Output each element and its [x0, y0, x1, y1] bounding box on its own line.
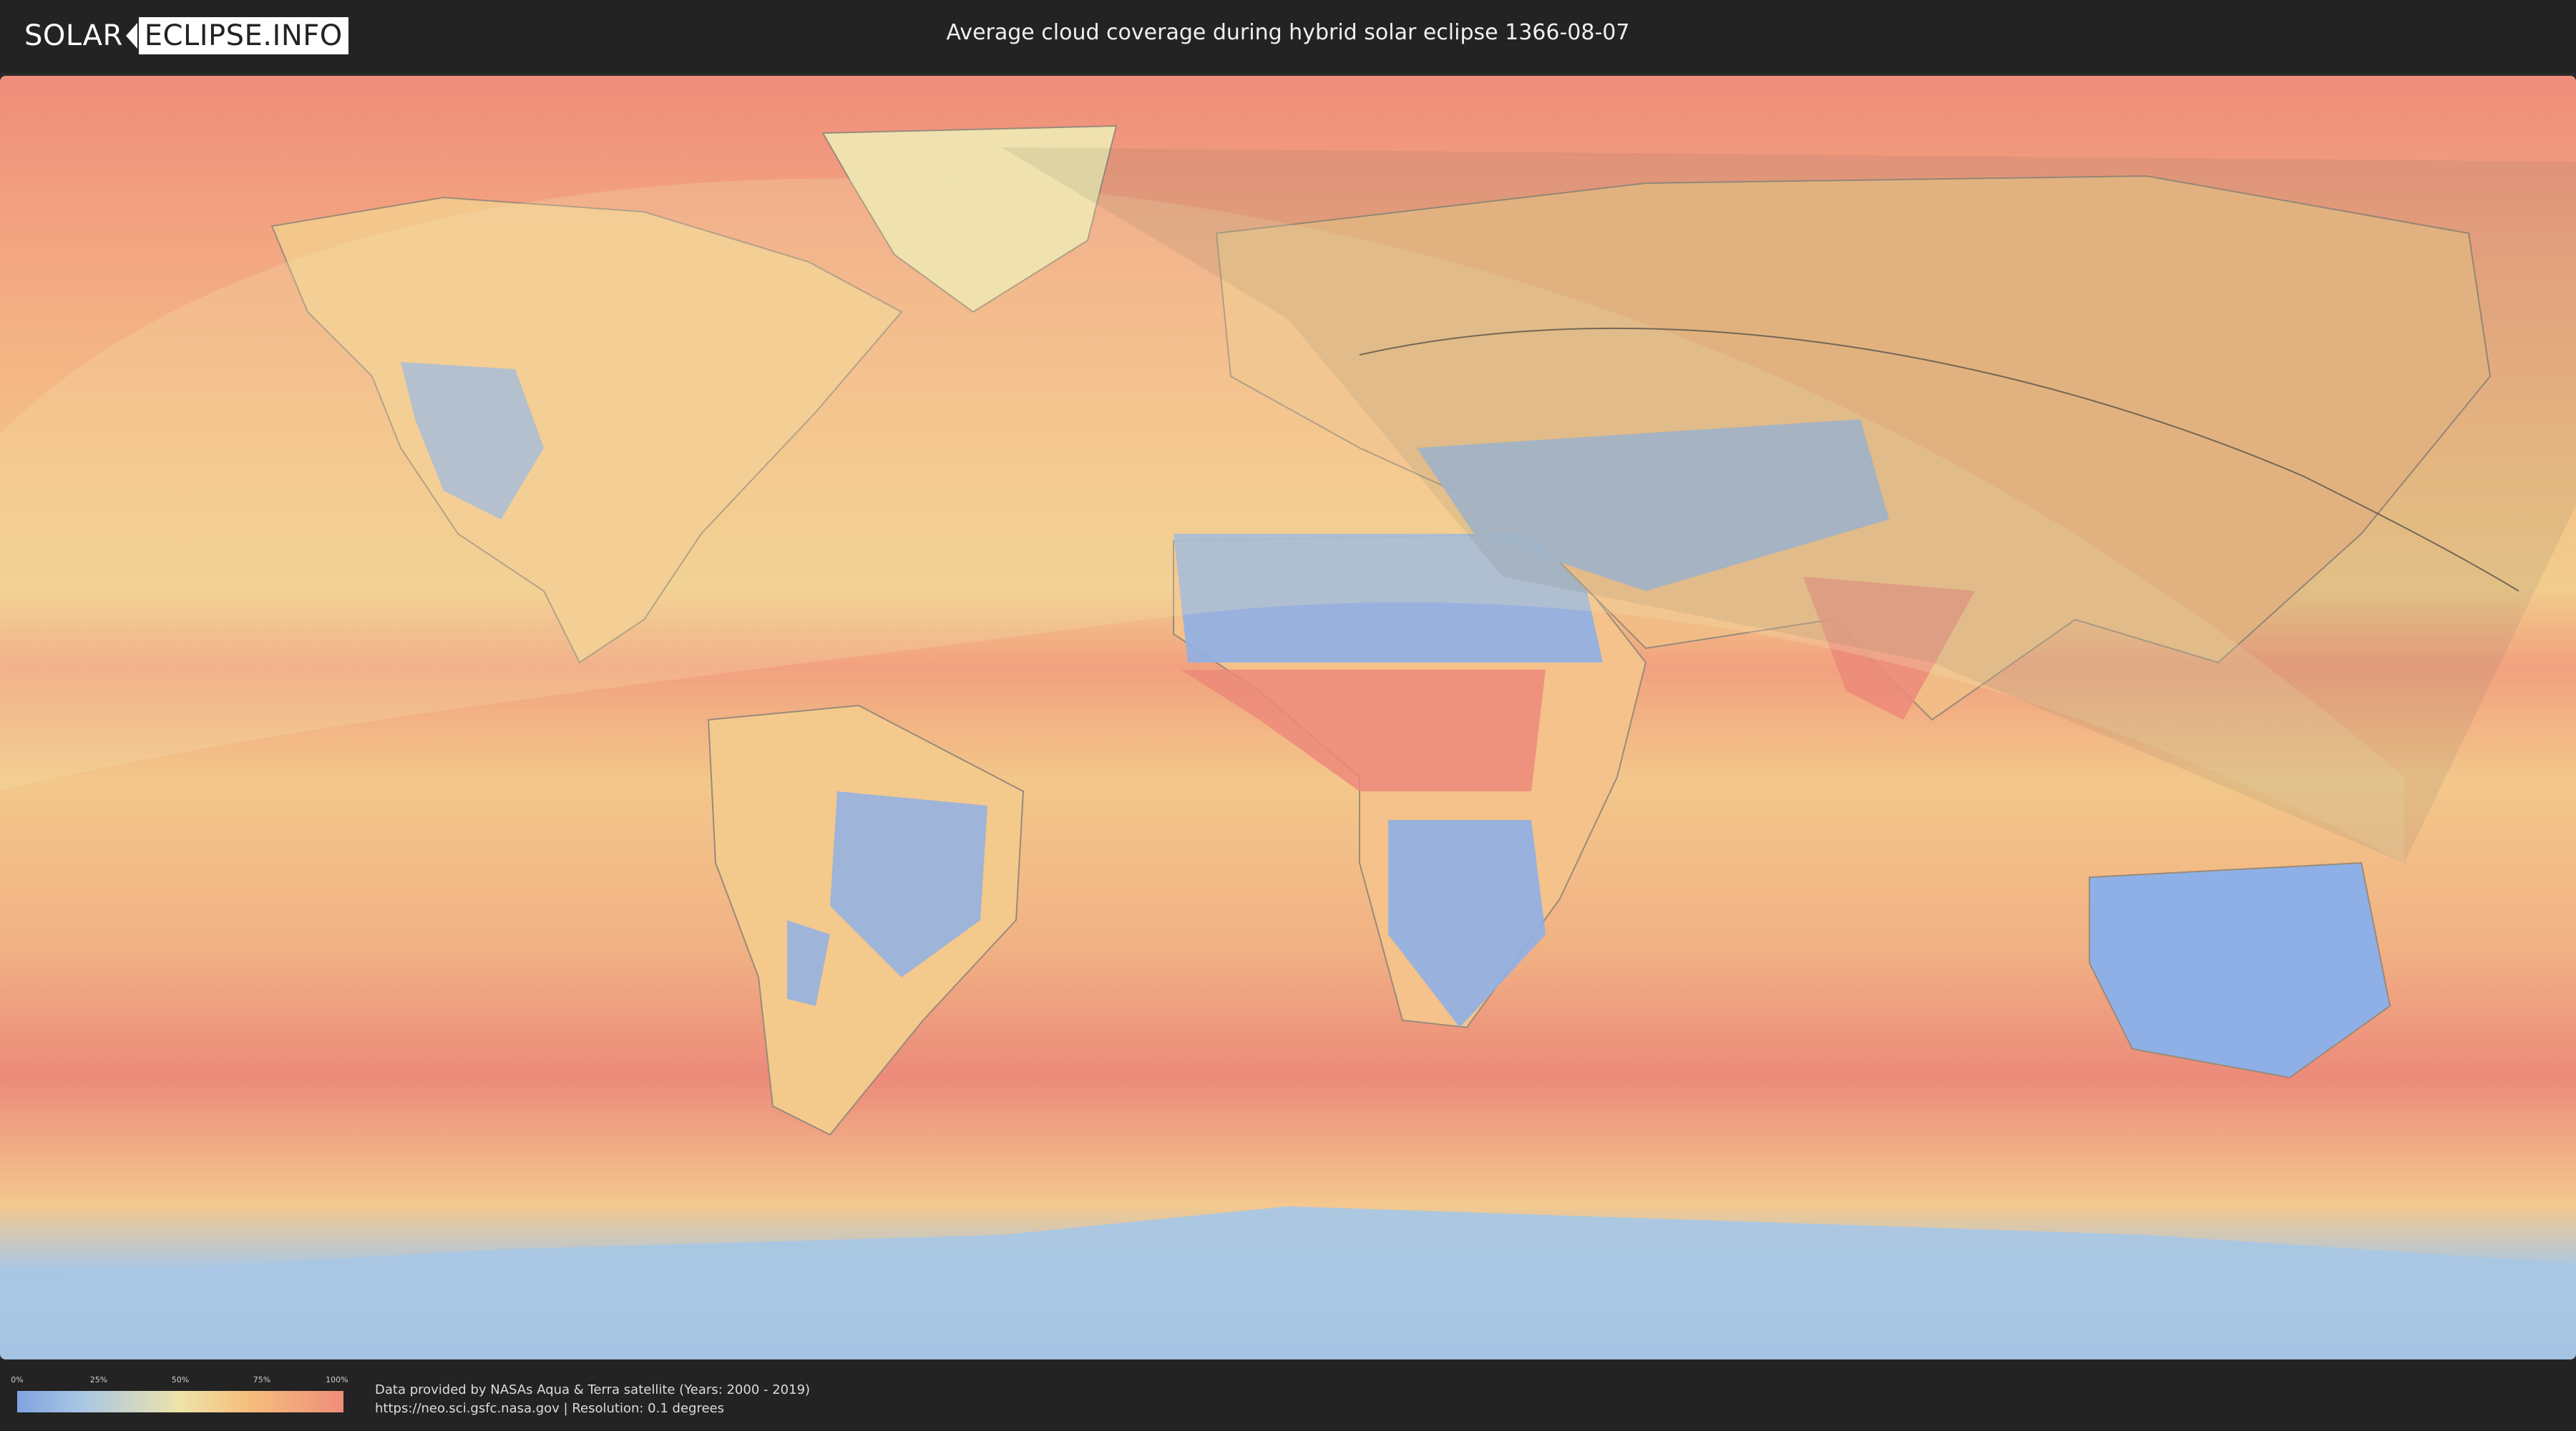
page-title: Average cloud coverage during hybrid sol…: [946, 20, 1630, 45]
legend-color-scale: [17, 1391, 343, 1412]
source-line-1: Data provided by NASAs Aqua & Terra sate…: [375, 1382, 811, 1397]
legend-tick-75: 75%: [253, 1375, 271, 1384]
legend-tick-25: 25%: [89, 1375, 108, 1384]
data-source-note: Data provided by NASAs Aqua & Terra sate…: [375, 1381, 810, 1418]
legend-tick-0: 0%: [11, 1375, 24, 1384]
source-line-2[interactable]: https://neo.sci.gsfc.nasa.gov | Resoluti…: [375, 1400, 810, 1418]
cloud-coverage-map[interactable]: [0, 76, 2576, 1359]
legend-ticks: 0% 25% 50% 75% 100%: [11, 1375, 348, 1387]
top-bar: SOLAR ECLIPSE.INFO Average cloud coverag…: [0, 0, 2576, 73]
coverage-legend: 0% 25% 50% 75% 100%: [11, 1375, 348, 1415]
legend-tick-50: 50%: [171, 1375, 190, 1384]
footer: 0% 25% 50% 75% 100% Data provided by NAS…: [0, 1359, 2576, 1431]
legend-tick-100: 100%: [326, 1375, 348, 1384]
